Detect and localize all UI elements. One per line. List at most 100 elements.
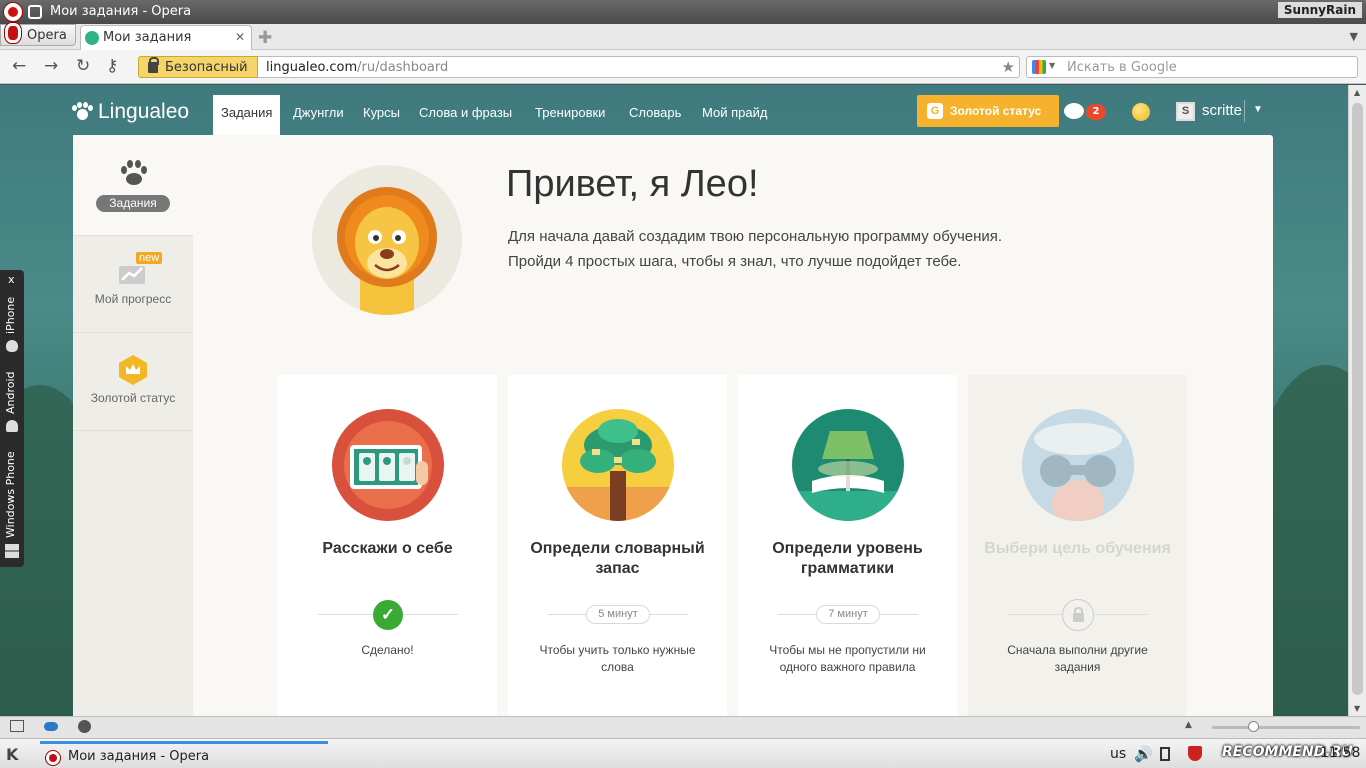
lock-icon [148, 57, 159, 73]
card-title: Расскажи о себе [322, 540, 453, 557]
tree-icon [562, 419, 674, 521]
zoom-knob[interactable] [1248, 721, 1259, 732]
mobile-apps-tab[interactable]: x iPhone Android Windows Phone [0, 270, 24, 567]
search-placeholder: Искать в Google [1067, 60, 1177, 75]
username: scritte [1202, 102, 1243, 119]
vocabulary-illustration [562, 409, 674, 521]
task-label: Мои задания - Opera [68, 749, 210, 764]
android-icon [6, 420, 18, 432]
notifications[interactable]: 2 [1064, 102, 1108, 122]
task-card-vocabulary[interactable]: Определи словарный запас 5 минут Чтобы у… [508, 375, 727, 716]
page-viewport: Lingualeo Задания Джунгли Курсы Слова и … [0, 85, 1348, 716]
scroll-up-icon[interactable]: ▲ [1354, 88, 1360, 97]
nav-dictionary[interactable]: Словарь [621, 95, 689, 135]
reload-icon[interactable]: ↻ [76, 56, 90, 76]
tab-title: Мои задания [103, 30, 192, 45]
scrollbar[interactable]: ▲ ▼ [1348, 85, 1366, 716]
main-content: Задания new Мой прогресс Золотой статус [73, 135, 1273, 716]
sync-cloud-icon[interactable] [44, 722, 58, 731]
address-toolbar: ← → ↻ ⚷ Безопасный lingualeo.com/ru/dash… [0, 50, 1366, 84]
zoom-slider[interactable] [1212, 721, 1360, 732]
scrollbar-thumb[interactable] [1352, 103, 1363, 695]
card-description: Чтобы мы не пропустили ни одного важного… [769, 643, 926, 674]
volume-icon[interactable]: 🔊 [1134, 745, 1153, 763]
new-badge: new [136, 252, 163, 264]
forward-icon[interactable]: → [44, 56, 58, 76]
goal-illustration [1022, 409, 1134, 521]
opera-logo-icon [4, 3, 22, 21]
browser-status-bar: ▲ [0, 716, 1366, 738]
notification-cloud-icon [1064, 103, 1084, 119]
card-title: Определи словарный запас [530, 540, 705, 577]
grammar-illustration [792, 409, 904, 521]
paw-icon [121, 160, 147, 185]
nav-jungle[interactable]: Джунгли [285, 95, 352, 135]
card-description: Сделано! [361, 643, 414, 657]
leo-lion-avatar [312, 165, 462, 315]
tab-active[interactable]: Мои задания ✕ [80, 25, 252, 50]
sidebar-item-tasks[interactable]: Задания [73, 135, 193, 235]
iphone-link[interactable]: iPhone [4, 297, 17, 334]
nav-tasks[interactable]: Задания [213, 95, 281, 135]
lingualeo-logo[interactable]: Lingualeo [72, 100, 189, 124]
windows-phone-link[interactable]: Windows Phone [4, 451, 17, 538]
taskbar-task-opera[interactable]: Мои задания - Opera [40, 741, 328, 767]
nav-trainings[interactable]: Тренировки [527, 95, 613, 135]
address-input[interactable]: lingualeo.com/ru/dashboard ★ [258, 56, 1020, 78]
user-chevron-down-icon[interactable]: ▼ [1253, 104, 1263, 115]
keyboard-layout[interactable]: us [1110, 746, 1126, 762]
gold-status-button[interactable]: G Золотой статус [917, 95, 1059, 127]
bookmark-star-icon[interactable]: ★ [1002, 58, 1015, 76]
google-icon[interactable] [1032, 60, 1046, 74]
url-host: lingualeo.com [266, 60, 358, 75]
android-link[interactable]: Android [4, 371, 17, 414]
key-icon[interactable]: ⚷ [106, 56, 118, 76]
opera-menu-button[interactable]: Opera [0, 22, 76, 46]
window-menu-icon[interactable] [28, 5, 42, 19]
close-icon[interactable]: x [8, 273, 15, 286]
card-title: Определи уровень грамматики [772, 540, 923, 577]
hero-subtitle: Для начала давай создадим твою персональ… [508, 224, 1002, 274]
check-icon: ✓ [373, 600, 403, 630]
task-card-goal: Выбери цель обучения Сначала выполни дру… [968, 375, 1187, 716]
scroll-down-icon[interactable]: ▼ [1354, 704, 1360, 713]
speed-dial-icon[interactable] [78, 720, 91, 733]
kde-menu-icon[interactable]: K [6, 745, 18, 764]
taskbar: K Мои задания - Opera us 🔊 RECOMMEND.RU … [0, 738, 1366, 768]
sidebar-item-progress[interactable]: new Мой прогресс [73, 235, 193, 333]
nav-courses[interactable]: Курсы [355, 95, 408, 135]
opera-menu-label: Opera [27, 28, 67, 43]
tab-menu-chevron-icon[interactable]: ▼ [1350, 30, 1358, 43]
zoom-up-icon[interactable]: ▲ [1185, 720, 1192, 730]
search-input[interactable]: ▼ Искать в Google [1026, 56, 1358, 78]
nav-words[interactable]: Слова и фразы [411, 95, 520, 135]
new-tab-button[interactable]: ✚ [258, 28, 272, 48]
shield-icon[interactable] [1188, 746, 1202, 761]
task-card-grammar[interactable]: Определи уровень грамматики 7 минут Чтоб… [738, 375, 957, 716]
binoculars-icon [1022, 409, 1134, 521]
close-tab-icon[interactable]: ✕ [235, 30, 245, 44]
divider [1244, 100, 1245, 122]
secure-label: Безопасный [165, 60, 248, 75]
gold-g-icon: G [927, 103, 943, 119]
sidebar: Задания new Мой прогресс Золотой статус [73, 135, 193, 716]
security-badge[interactable]: Безопасный [138, 56, 258, 78]
panel-toggle-icon[interactable] [10, 720, 24, 732]
opera-icon [45, 750, 61, 766]
search-engine-chevron-icon[interactable]: ▼ [1049, 61, 1055, 70]
user-menu[interactable]: S scritte ▼ [1176, 100, 1266, 124]
duration-pill: 5 минут [586, 605, 650, 624]
sidebar-item-gold[interactable]: Золотой статус [73, 333, 193, 431]
sidebar-item-label: Золотой статус [90, 391, 176, 405]
nav-pride[interactable]: Мой прайд [694, 95, 775, 135]
windows-icon [5, 544, 19, 558]
progress-chart-icon [119, 266, 145, 284]
back-icon[interactable]: ← [12, 56, 26, 76]
page-title: Привет, я Лео! [506, 163, 759, 205]
meatballs-coin-icon[interactable] [1132, 103, 1150, 121]
crown-icon [119, 355, 147, 385]
hero-line-1: Для начала давай создадим твою персональ… [508, 228, 1003, 245]
clipboard-icon[interactable] [1160, 747, 1170, 761]
card-description: Сначала выполни другие задания [1007, 643, 1148, 674]
task-card-about-yourself[interactable]: Расскажи о себе ✓ Сделано! [278, 375, 497, 716]
